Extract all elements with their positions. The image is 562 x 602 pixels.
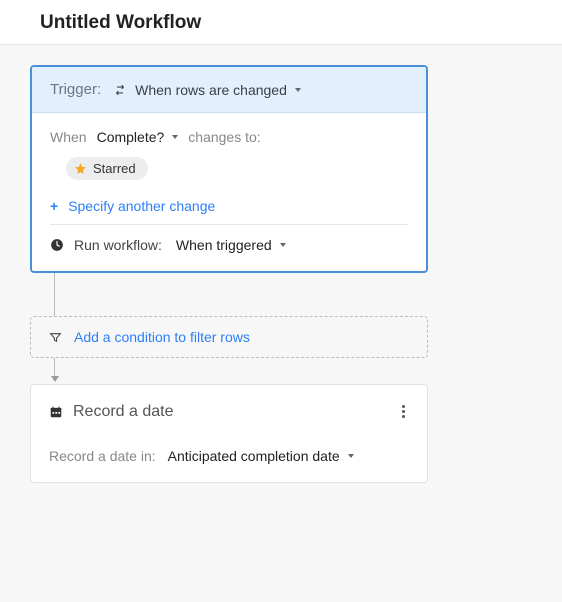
when-label: When — [50, 129, 87, 145]
connector-line — [54, 358, 55, 376]
clock-icon — [50, 238, 64, 252]
caret-down-icon — [348, 454, 354, 458]
trigger-field-select[interactable]: Complete? — [97, 129, 179, 145]
run-schedule-text: When triggered — [176, 237, 272, 253]
value-chip[interactable]: Starred — [66, 157, 148, 180]
trigger-body: When Complete? changes to: Starred — [32, 113, 426, 271]
trigger-header: Trigger: When rows are changed — [32, 67, 426, 113]
trigger-type-text: When rows are changed — [135, 82, 287, 98]
add-condition-button[interactable]: Add a condition to filter rows — [30, 316, 428, 358]
arrow-down-icon — [51, 376, 59, 382]
run-workflow-label: Run workflow: — [74, 237, 162, 253]
calendar-icon — [49, 405, 63, 419]
caret-down-icon — [280, 243, 286, 247]
trigger-card[interactable]: Trigger: When rows are changed When Comp… — [30, 65, 428, 273]
trigger-field-text: Complete? — [97, 129, 165, 145]
caret-down-icon — [295, 88, 301, 92]
divider — [50, 224, 408, 225]
record-date-field-text: Anticipated completion date — [168, 448, 340, 464]
record-date-label: Record a date in: — [49, 448, 156, 464]
action-title: Record a date — [49, 403, 174, 421]
add-condition-text: Add a condition to filter rows — [74, 329, 250, 345]
trigger-type-select[interactable]: When rows are changed — [113, 82, 301, 98]
filter-icon — [49, 331, 62, 344]
swap-icon — [113, 83, 127, 97]
value-chip-text: Starred — [93, 161, 136, 176]
workflow-title[interactable]: Untitled Workflow — [40, 12, 522, 34]
page-header: Untitled Workflow — [0, 0, 562, 45]
star-icon — [74, 162, 87, 175]
record-date-field-select[interactable]: Anticipated completion date — [168, 448, 354, 464]
trigger-label: Trigger: — [50, 81, 101, 98]
connector-line — [54, 273, 55, 317]
specify-another-text: Specify another change — [68, 198, 215, 214]
action-title-text: Record a date — [73, 403, 174, 421]
run-schedule-select[interactable]: When triggered — [176, 237, 286, 253]
workflow-canvas: Trigger: When rows are changed When Comp… — [0, 45, 562, 503]
caret-down-icon — [172, 135, 178, 139]
specify-another-change-button[interactable]: + Specify another change — [50, 198, 215, 214]
changes-to-label: changes to: — [188, 129, 260, 145]
action-card[interactable]: Record a date Record a date in: Anticipa… — [30, 384, 428, 483]
action-menu-button[interactable] — [398, 401, 409, 422]
plus-icon: + — [50, 198, 58, 214]
